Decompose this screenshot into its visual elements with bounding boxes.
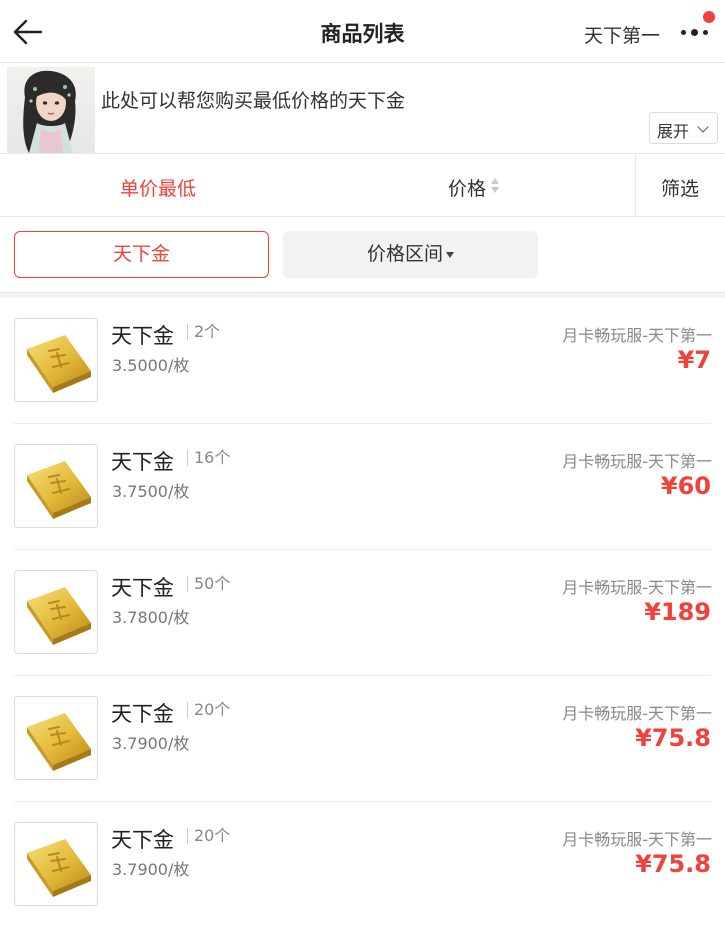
list-item[interactable]: 天下金 20个 3.7900/枚 月卡畅玩服-天下第一 ¥75.8 — [0, 802, 725, 925]
item-count: 16个 — [187, 450, 230, 466]
more-dot-icon — [681, 30, 686, 35]
item-count: 50个 — [187, 576, 230, 592]
sort-down-icon — [491, 187, 499, 193]
promo-banner: 此处可以帮您购买最低价格的天下金 展开 — [0, 63, 725, 154]
item-unit-price: 3.7500/枚 — [112, 482, 190, 501]
item-server: 月卡畅玩服-天下第一 — [562, 830, 712, 849]
item-unit-price: 3.7800/枚 — [112, 608, 190, 627]
assistant-avatar — [7, 67, 95, 153]
item-price: ¥189 — [644, 598, 711, 626]
more-menu-button[interactable] — [678, 11, 715, 46]
item-server: 月卡畅玩服-天下第一 — [562, 452, 712, 471]
gold-bar-icon — [14, 822, 98, 906]
expand-button[interactable]: 展开 — [649, 112, 718, 144]
top-nav-bar: 商品列表 天下第一 — [0, 0, 725, 63]
item-count: 2个 — [187, 324, 220, 340]
notification-dot — [703, 11, 715, 23]
chip-gold[interactable]: 天下金 — [14, 231, 269, 278]
banner-text: 此处可以帮您购买最低价格的天下金 — [101, 90, 406, 112]
item-name: 天下金 — [111, 450, 174, 474]
item-price: ¥7 — [677, 346, 711, 374]
chip-price-range-label: 价格区间 — [366, 243, 443, 265]
item-unit-price: 3.5000/枚 — [112, 356, 190, 375]
list-item[interactable]: 天下金 20个 3.7900/枚 月卡畅玩服-天下第一 ¥75.8 — [0, 676, 725, 802]
gold-bar-icon — [14, 444, 98, 528]
item-name: 天下金 — [111, 828, 174, 852]
item-count: 20个 — [187, 828, 230, 844]
item-price: ¥75.8 — [635, 724, 711, 752]
sort-up-icon — [491, 178, 499, 184]
gold-bar-icon — [14, 318, 98, 402]
sort-bar: 单价最低 价格 筛选 — [0, 154, 725, 217]
divider — [635, 154, 636, 216]
sort-unit-price-lowest[interactable]: 单价最低 — [120, 174, 196, 201]
caret-down-icon — [446, 251, 454, 258]
expand-label: 展开 — [657, 122, 690, 141]
gold-bar-icon — [14, 696, 98, 780]
more-dot-icon — [703, 30, 708, 35]
item-count: 20个 — [187, 702, 230, 718]
list-item[interactable]: 天下金 2个 3.5000/枚 月卡畅玩服-天下第一 ¥7 — [0, 298, 725, 424]
item-unit-price: 3.7900/枚 — [112, 860, 190, 879]
item-server: 月卡畅玩服-天下第一 — [562, 326, 712, 345]
item-server: 月卡畅玩服-天下第一 — [562, 704, 712, 723]
item-name: 天下金 — [111, 324, 174, 348]
item-name: 天下金 — [111, 702, 174, 726]
chip-price-range[interactable]: 价格区间 — [283, 231, 538, 278]
gold-bar-icon — [14, 570, 98, 654]
item-unit-price: 3.7900/枚 — [112, 734, 190, 753]
filter-button[interactable]: 筛选 — [661, 174, 699, 201]
server-name[interactable]: 天下第一 — [584, 21, 660, 48]
list-item[interactable]: 天下金 50个 3.7800/枚 月卡畅玩服-天下第一 ¥189 — [0, 550, 725, 676]
list-item[interactable]: 天下金 16个 3.7500/枚 月卡畅玩服-天下第一 ¥60 — [0, 424, 725, 550]
chevron-down-icon — [697, 121, 709, 133]
item-name: 天下金 — [111, 576, 174, 600]
sort-price[interactable]: 价格 — [448, 174, 486, 201]
item-price: ¥75.8 — [635, 850, 711, 878]
item-price: ¥60 — [660, 472, 711, 500]
filter-chips: 天下金 价格区间 — [0, 217, 725, 292]
sort-arrows-icon[interactable] — [491, 178, 501, 196]
more-dot-icon — [691, 29, 698, 36]
item-server: 月卡畅玩服-天下第一 — [562, 578, 712, 597]
